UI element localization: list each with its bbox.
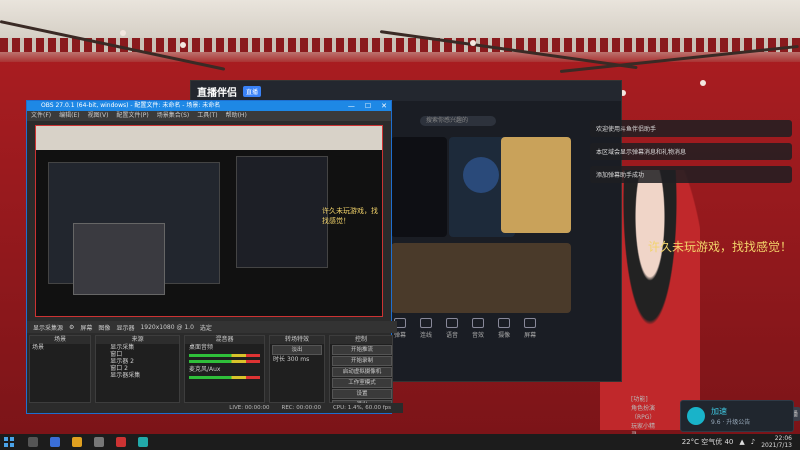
accelerator-icon bbox=[687, 407, 705, 425]
sources-panel[interactable]: 来源 显示采集 窗口 显示器 2 窗口 2 显示器采集 bbox=[95, 335, 180, 403]
menu-edit[interactable]: 编辑(E) bbox=[59, 111, 79, 121]
volume-icon[interactable]: ♪ bbox=[751, 438, 755, 446]
streaming-app-header: 直播伴侣 直播 bbox=[191, 81, 621, 101]
weather-text[interactable]: 22°C 空气优 40 bbox=[682, 437, 734, 447]
steam-icon bbox=[463, 157, 499, 193]
mixer-track: 桌面音频 bbox=[188, 344, 213, 351]
rec-time: REC: 00:00:00 bbox=[281, 405, 321, 411]
sources-panel-title: 来源 bbox=[96, 336, 179, 344]
maximize-icon[interactable]: ☐ bbox=[365, 101, 371, 111]
mixer-track: 麦克风/Aux bbox=[188, 366, 221, 373]
streaming-taskbar-icon[interactable] bbox=[138, 437, 148, 447]
minimize-icon[interactable]: — bbox=[348, 101, 355, 111]
menu-help[interactable]: 帮助(H) bbox=[226, 111, 247, 121]
tool-screen[interactable]: 屏幕 bbox=[524, 318, 536, 339]
streaming-status-text: [功能] 角色扮演（RPG） 玩家小精灵 bbox=[631, 396, 656, 439]
scene-item[interactable]: 场景 bbox=[30, 344, 90, 351]
obs-preview-toolbar: 显示采集源 ⚙ 屏幕 图像 显示器 1920x1080 @ 1.0 选定 bbox=[27, 321, 397, 333]
scenes-panel[interactable]: 场景 场景 bbox=[29, 335, 92, 403]
close-icon[interactable]: ✕ bbox=[381, 101, 387, 111]
volume-meter bbox=[188, 376, 260, 379]
obs-title: OBS 27.0.1 (64-bit, windows) - 配置文件: 未命名… bbox=[41, 102, 221, 109]
streaming-app-logo: 直播伴侣 bbox=[197, 87, 237, 99]
nested-preview bbox=[48, 162, 220, 295]
transitions-panel-title: 转场特效 bbox=[270, 336, 324, 344]
duration-label: 时长 bbox=[273, 356, 286, 363]
mixer-panel[interactable]: 混音器 桌面音频 麦克风/Aux bbox=[183, 335, 265, 403]
controls-panel[interactable]: 控制 开始推流 开始录制 启动虚拟摄像机 工作室模式 设置 退出 bbox=[329, 335, 393, 410]
browser-icon[interactable] bbox=[50, 437, 60, 447]
select-button[interactable]: 选定 bbox=[200, 323, 212, 332]
source-item[interactable]: 显示采集 bbox=[96, 344, 179, 351]
obs-title-bar: OBS 27.0.1 (64-bit, windows) - 配置文件: 未命名… bbox=[27, 101, 391, 111]
obs-statusbar: LIVE: 00:00:00 REC: 00:00:00 CPU: 1.4%, … bbox=[27, 403, 403, 413]
start-streaming-button[interactable]: 开始推流 bbox=[332, 345, 392, 355]
duration-input[interactable]: 300 ms bbox=[287, 356, 309, 363]
chat-message: 欢迎使用斗鱼伴侣助手 bbox=[590, 120, 792, 137]
notification-subtitle: 9.6 · 升级公告 bbox=[711, 419, 751, 426]
source-item[interactable]: 显示器采集 bbox=[96, 372, 179, 379]
menu-tools[interactable]: 工具(T) bbox=[197, 111, 217, 121]
system-tray: 22°C 空气优 40 ▲ ♪ 22:06 2021/7/13 bbox=[682, 435, 800, 449]
start-recording-button[interactable]: 开始录制 bbox=[332, 356, 392, 366]
source-item[interactable]: 窗口 2 bbox=[96, 365, 179, 372]
search-input[interactable]: 搜索你感兴趣的 bbox=[420, 116, 496, 126]
live-time: LIVE: 00:00:00 bbox=[229, 405, 270, 411]
game-card[interactable] bbox=[391, 137, 447, 237]
notification-title: 加速 bbox=[711, 407, 727, 416]
search-icon[interactable] bbox=[28, 437, 38, 447]
virtual-camera-button[interactable]: 启动虚拟摄像机 bbox=[332, 367, 392, 377]
nested-poem: 许久未玩游戏，找找感觉！ bbox=[322, 207, 378, 225]
volume-meter bbox=[188, 354, 260, 357]
obs-window[interactable]: OBS 27.0.1 (64-bit, windows) - 配置文件: 未命名… bbox=[26, 100, 403, 414]
studio-mode-button[interactable]: 工作室模式 bbox=[332, 378, 392, 388]
transitions-panel[interactable]: 转场特效 淡出 时长 300 ms bbox=[269, 335, 325, 403]
gear-icon[interactable]: ⚙ bbox=[69, 324, 74, 331]
obs-menubar: 文件(F) 编辑(E) 视图(V) 配置文件(P) 场景集合(S) 工具(T) … bbox=[27, 111, 391, 121]
taskbar: 22°C 空气优 40 ▲ ♪ 22:06 2021/7/13 bbox=[0, 434, 800, 450]
source-item[interactable]: 显示器 2 bbox=[96, 358, 179, 365]
game-banner[interactable] bbox=[391, 243, 571, 313]
display-label: 显示器 bbox=[116, 324, 135, 332]
wallpaper-poem: 许久未玩游戏，找找感觉！ bbox=[648, 240, 793, 254]
chat-message: 本区域会显示弹幕消息和礼物消息 bbox=[590, 143, 792, 160]
transition-select[interactable]: 淡出 bbox=[272, 345, 322, 355]
streaming-app-badge: 直播 bbox=[243, 85, 262, 97]
obs-dock: 场景 场景 来源 显示采集 窗口 显示器 2 窗口 2 显示器采集 混音器 桌面… bbox=[27, 335, 393, 410]
scenes-panel-title: 场景 bbox=[30, 336, 91, 344]
source-prop-button[interactable]: 屏幕 bbox=[80, 323, 92, 332]
obs-taskbar-icon[interactable] bbox=[94, 437, 104, 447]
menu-profile[interactable]: 配置文件(P) bbox=[116, 111, 148, 121]
clock-time: 22:06 bbox=[774, 435, 792, 442]
cpu-fps: CPU: 1.4%, 60.00 fps bbox=[332, 405, 391, 411]
clock[interactable]: 22:06 2021/7/13 bbox=[761, 435, 792, 449]
tool-camera[interactable]: 摄像 bbox=[498, 318, 510, 339]
resolution-select[interactable]: 1920x1080 @ 1.0 bbox=[140, 324, 193, 331]
windows-start-icon[interactable] bbox=[4, 437, 14, 447]
tool-connect[interactable]: 连线 bbox=[420, 318, 432, 339]
controls-panel-title: 控制 bbox=[330, 336, 392, 344]
chat-message: 添加弹幕助手成功 bbox=[590, 166, 792, 183]
obs-preview[interactable]: 许久未玩游戏，找找感觉！ bbox=[35, 125, 383, 317]
source-label: 显示采集源 bbox=[33, 324, 64, 332]
volume-meter bbox=[188, 360, 260, 363]
tool-sound[interactable]: 音效 bbox=[472, 318, 484, 339]
chat-panel: 欢迎使用斗鱼伴侣助手 本区域会显示弹幕消息和礼物消息 添加弹幕助手成功 bbox=[590, 120, 792, 183]
menu-view[interactable]: 视图(V) bbox=[88, 111, 109, 121]
source-item[interactable]: 窗口 bbox=[96, 351, 179, 358]
app-taskbar-icon[interactable] bbox=[116, 437, 126, 447]
tool-voice[interactable]: 语音 bbox=[446, 318, 458, 339]
folder-icon[interactable] bbox=[72, 437, 82, 447]
toast-notification[interactable]: 加速 9.6 · 升级公告 bbox=[680, 400, 794, 432]
mixer-panel-title: 混音器 bbox=[184, 336, 264, 344]
menu-file[interactable]: 文件(F) bbox=[31, 111, 51, 121]
streaming-toolbar: 弹幕 连线 语音 音效 摄像 屏幕 bbox=[394, 318, 536, 339]
game-card-pubg[interactable] bbox=[501, 137, 571, 233]
clock-date: 2021/7/13 bbox=[761, 442, 792, 449]
network-icon[interactable]: ▲ bbox=[739, 438, 744, 446]
source-filter-button[interactable]: 图像 bbox=[98, 323, 110, 332]
settings-button[interactable]: 设置 bbox=[332, 389, 392, 399]
menu-scene-collection[interactable]: 场景集合(S) bbox=[157, 111, 190, 121]
